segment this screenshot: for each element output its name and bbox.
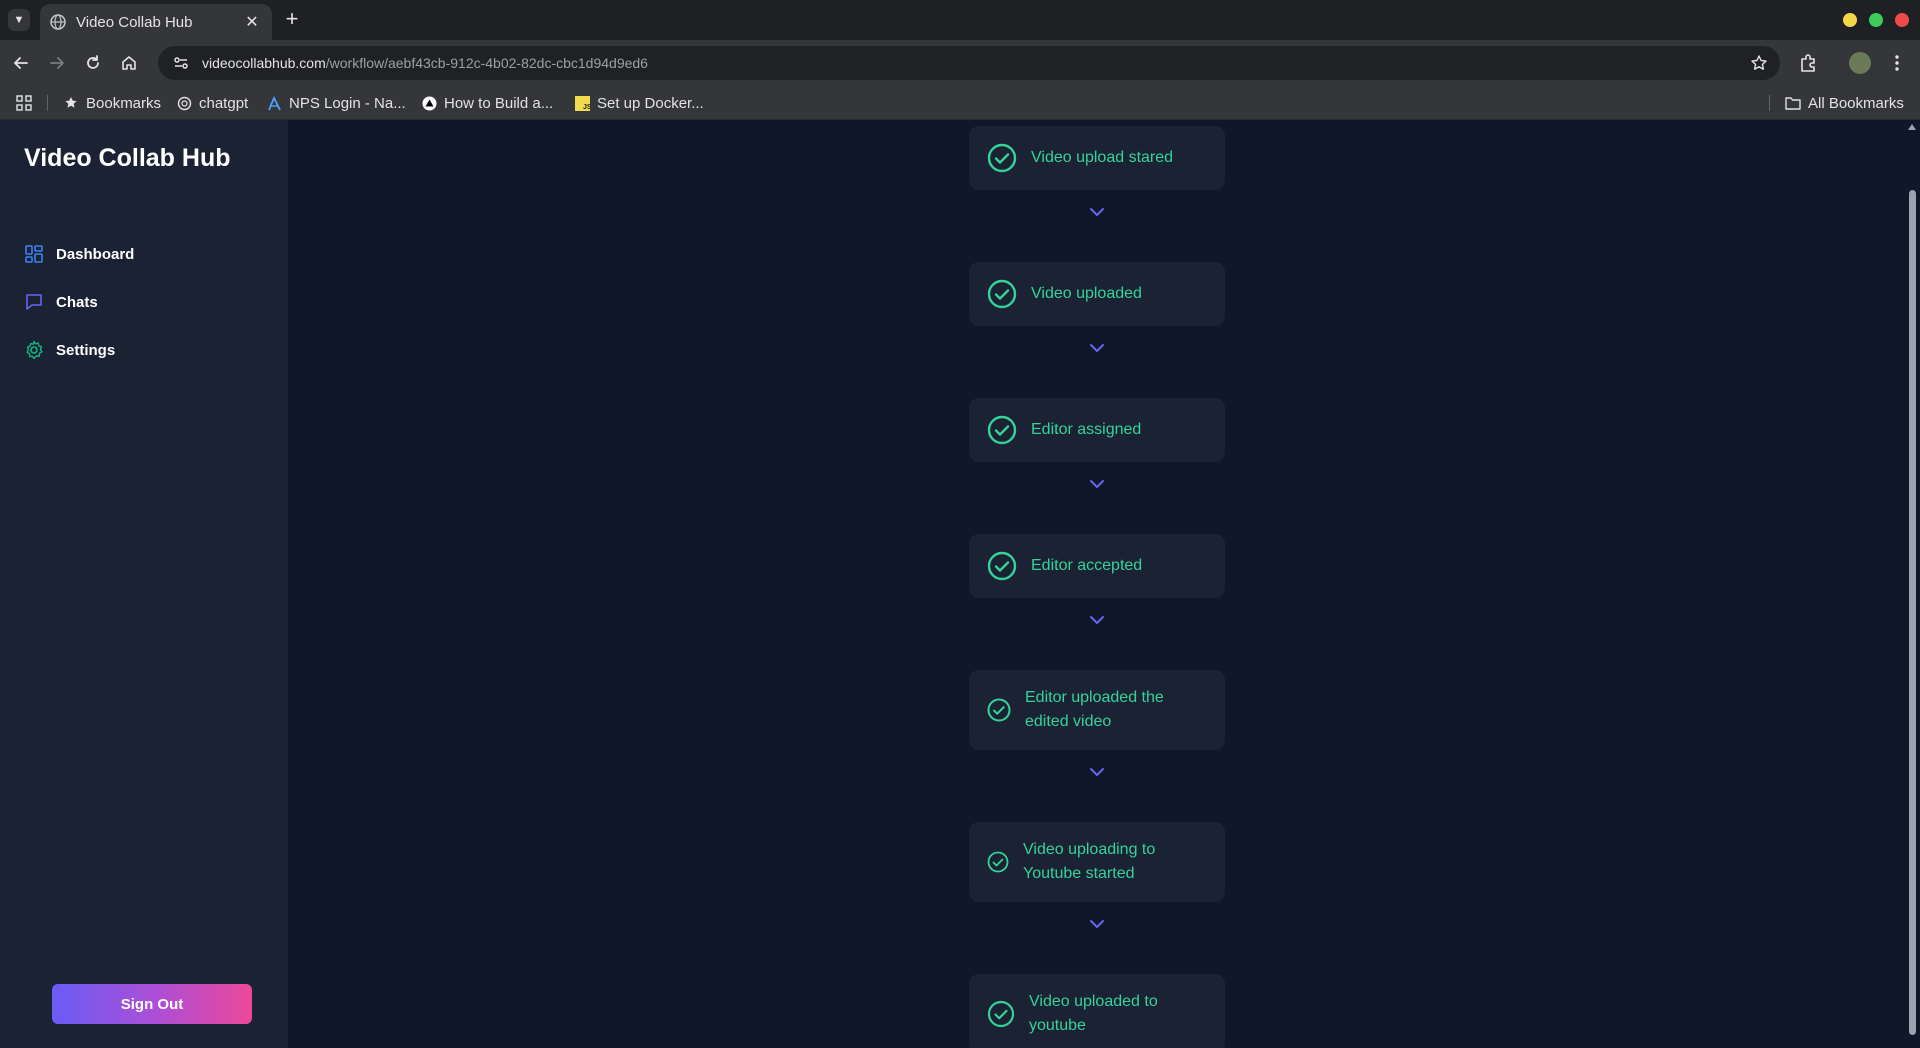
url-host: videocollabhub.com: [202, 55, 326, 71]
sidebar-item-label: Settings: [56, 341, 116, 359]
triangle-icon: [421, 95, 437, 111]
bookmark-item[interactable]: chatgpt: [176, 86, 248, 120]
site-settings-icon[interactable]: [172, 54, 190, 72]
folder-icon: [1785, 95, 1801, 111]
bookmark-label: chatgpt: [199, 94, 249, 112]
close-tab-icon[interactable]: ✕: [242, 12, 262, 32]
reload-button[interactable]: [82, 52, 104, 74]
bookmark-item[interactable]: How to Build a...: [421, 86, 553, 120]
scroll-up-arrow-icon[interactable]: [1908, 124, 1916, 130]
check-circle-icon: [987, 143, 1017, 173]
bookmark-item[interactable]: NPS Login - Na...: [266, 86, 406, 120]
check-circle-icon: [987, 851, 1009, 873]
sign-out-button[interactable]: Sign Out: [52, 984, 252, 1024]
apps-grid-icon: [16, 95, 32, 111]
workflow-step-label: Editor uploaded the edited video: [1025, 689, 1164, 730]
chevron-down-icon: [1088, 614, 1106, 626]
bookmark-label: NPS Login - Na...: [289, 94, 406, 112]
url-text: videocollabhub.com/workflow/aebf43cb-912…: [202, 55, 648, 71]
address-bar[interactable]: videocollabhub.com/workflow/aebf43cb-912…: [158, 46, 1780, 80]
bookmark-label: Bookmarks: [86, 94, 162, 112]
workflow-step-label: Video upload stared: [1031, 149, 1174, 166]
check-circle-icon: [987, 698, 1011, 722]
kebab-menu-icon: [1895, 55, 1899, 71]
arrow-right-icon: [50, 57, 64, 69]
chat-icon: [24, 292, 44, 312]
extensions-button[interactable]: [1797, 52, 1819, 74]
all-bookmarks-button[interactable]: All Bookmarks: [1785, 86, 1904, 120]
bookmarks-bar: Bookmarks chatgpt NPS Login - Na... How …: [0, 86, 1920, 120]
sidebar-item-chats[interactable]: Chats: [24, 290, 98, 314]
sidebar-item-settings[interactable]: Settings: [24, 338, 115, 362]
bookmark-label: How to Build a...: [444, 94, 554, 112]
chevron-down-icon: [1088, 918, 1106, 930]
profile-avatar[interactable]: [1849, 52, 1871, 74]
page-scrollbar[interactable]: [1904, 120, 1920, 1048]
app-brand: Video Collab Hub: [24, 144, 231, 172]
home-icon: [122, 56, 136, 70]
url-path: /workflow/aebf43cb-912c-4b02-82dc-cbc1d9…: [325, 55, 648, 71]
js-icon: JS: [574, 95, 590, 111]
workflow-step: Video uploading to Youtube started: [969, 822, 1225, 902]
svg-text:JS: JS: [583, 104, 590, 111]
workflow-step-label: Editor accepted: [1031, 557, 1143, 574]
bookmark-star-icon[interactable]: [1750, 54, 1768, 72]
browser-menu-button[interactable]: [1886, 52, 1908, 74]
chevron-down-icon: [1088, 766, 1106, 778]
close-window-button[interactable]: [1895, 13, 1909, 27]
check-circle-icon: [987, 279, 1017, 309]
arrow-left-icon: [14, 57, 28, 69]
workflow-step-label: Editor assigned: [1031, 421, 1142, 438]
check-circle-icon: [987, 415, 1017, 445]
sidebar: Video Collab Hub Dashboard Chats Setting…: [0, 120, 288, 1048]
back-button[interactable]: [10, 52, 32, 74]
maximize-window-button[interactable]: [1869, 13, 1883, 27]
tab-search-button[interactable]: ▼: [8, 9, 30, 31]
bookmark-item[interactable]: Bookmarks: [63, 86, 161, 120]
check-circle-icon: [987, 551, 1017, 581]
workflow-step: Video upload stared: [969, 126, 1225, 190]
all-bookmarks-label: All Bookmarks: [1808, 94, 1904, 112]
workflow-step: Video uploaded: [969, 262, 1225, 326]
bookmark-label: Set up Docker...: [597, 94, 704, 112]
nps-icon: [266, 95, 282, 111]
chevron-down-icon: [1088, 206, 1106, 218]
workflow-step: Editor accepted: [969, 534, 1225, 598]
sidebar-item-label: Dashboard: [56, 245, 135, 263]
sidebar-item-label: Chats: [56, 293, 98, 311]
chevron-down-icon: [1088, 478, 1106, 490]
workflow-step: Video uploaded to youtube: [969, 974, 1225, 1048]
browser-tab-bar: ▼ Video Collab Hub ✕ +: [0, 0, 1920, 40]
dashboard-icon: [24, 244, 44, 264]
workflow-step-label: Video uploaded to youtube: [1029, 993, 1158, 1034]
chevron-down-icon: [1088, 342, 1106, 354]
globe-icon: [50, 14, 66, 30]
minimize-window-button[interactable]: [1843, 13, 1857, 27]
workflow-main: Video upload stared Video uploaded Edito…: [288, 120, 1904, 1048]
puzzle-icon: [1801, 54, 1815, 72]
forward-button[interactable]: [46, 52, 68, 74]
workflow-step-label: Video uploaded: [1031, 285, 1142, 302]
openai-icon: [176, 95, 192, 111]
check-circle-icon: [987, 1000, 1015, 1028]
bookmarks-divider: [47, 95, 48, 111]
new-tab-button[interactable]: +: [280, 8, 304, 32]
workflow-step: Editor assigned: [969, 398, 1225, 462]
scrollbar-thumb[interactable]: [1909, 190, 1916, 1035]
reload-icon: [87, 55, 99, 69]
workflow-step-label: Video uploading to Youtube started: [1023, 841, 1156, 882]
bookmark-item[interactable]: JS Set up Docker...: [574, 86, 704, 120]
star-icon: [63, 95, 79, 111]
home-button[interactable]: [118, 52, 140, 74]
workflow-step: Editor uploaded the edited video: [969, 670, 1225, 750]
browser-tab-active[interactable]: Video Collab Hub ✕: [40, 4, 272, 40]
browser-toolbar: videocollabhub.com/workflow/aebf43cb-912…: [0, 40, 1920, 86]
tab-title: Video Collab Hub: [76, 13, 193, 31]
apps-button[interactable]: [16, 86, 39, 120]
sidebar-item-dashboard[interactable]: Dashboard: [24, 242, 134, 266]
gear-icon: [24, 340, 44, 360]
bookmarks-divider: [1769, 95, 1770, 111]
